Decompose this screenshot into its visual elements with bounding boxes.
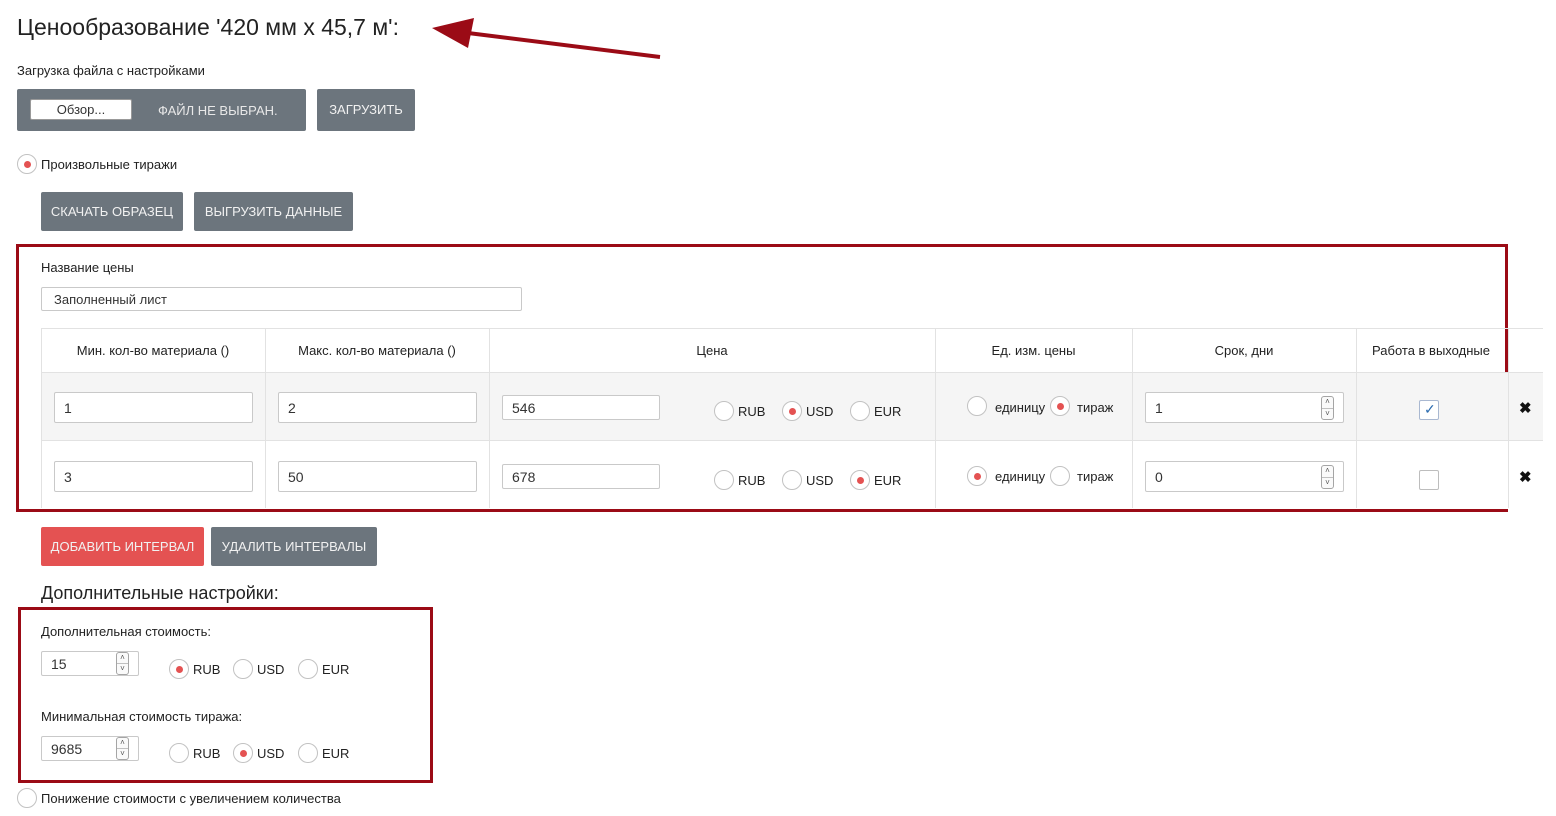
additional-cost-spinner-icon[interactable]: ˄ ˅ [116, 652, 129, 675]
row1-currency-eur-label: EUR [874, 404, 902, 419]
min-run-cost-usd-radio[interactable] [233, 743, 253, 763]
header-weekend-work: Работа в выходные [1372, 343, 1490, 358]
row2-price-input[interactable]: 678 [502, 464, 660, 489]
column-divider [265, 328, 266, 508]
delete-intervals-button[interactable]: УДАЛИТЬ ИНТЕРВАЛЫ [211, 527, 377, 566]
quantity-discount-radio[interactable] [17, 788, 37, 808]
row2-currency-usd-radio[interactable] [782, 470, 802, 490]
row2-currency-eur-label: EUR [874, 473, 902, 488]
upload-label: Загрузка файла с настройками [17, 63, 205, 78]
header-price-unit: Ед. изм. цены [991, 343, 1076, 358]
row1-days-spinner-icon[interactable]: ˄ ˅ [1321, 396, 1334, 420]
row1-currency-usd-label: USD [806, 404, 834, 419]
additional-cost-label: Дополнительная стоимость: [41, 624, 212, 639]
row2-unit-run-radio[interactable] [1050, 466, 1070, 486]
row2-days-spinner-icon[interactable]: ˄ ˅ [1321, 465, 1334, 489]
quantity-discount-label: Понижение стоимости с увеличением количе… [41, 791, 341, 806]
price-name-label: Название цены [41, 260, 134, 275]
file-picker: Обзор... ФАЙЛ НЕ ВЫБРАН. [17, 89, 306, 131]
row1-currency-rub-label: RUB [738, 404, 766, 419]
column-divider [41, 328, 42, 508]
row2-unit-run-label: тираж [1077, 469, 1114, 484]
row2-currency-rub-label: RUB [738, 473, 766, 488]
min-run-cost-eur-label: EUR [322, 746, 350, 761]
row2-weekend-checkbox[interactable] [1419, 470, 1439, 490]
row1-price-input[interactable]: 546 [502, 395, 660, 420]
additional-cost-rub-label: RUB [193, 662, 221, 677]
column-divider [489, 328, 490, 508]
check-icon: ✓ [1424, 401, 1436, 417]
row2-currency-eur-radio[interactable] [850, 470, 870, 490]
arbitrary-runs-label: Произвольные тиражи [41, 157, 178, 172]
row1-weekend-checkbox[interactable]: ✓ [1419, 400, 1439, 420]
min-run-cost-rub-label: RUB [193, 746, 221, 761]
additional-cost-usd-radio[interactable] [233, 659, 253, 679]
row1-max-input[interactable]: 2 [278, 392, 477, 423]
annotation-arrow-icon [432, 18, 661, 59]
row2-min-input[interactable]: 3 [54, 461, 253, 492]
row2-max-input[interactable]: 50 [278, 461, 477, 492]
row2-currency-rub-radio[interactable] [714, 470, 734, 490]
row2-unit-single-label: единицу [995, 469, 1046, 484]
table-header: Мин. кол-во материала () Макс. кол-во ма… [41, 328, 1543, 373]
min-run-cost-eur-radio[interactable] [298, 743, 318, 763]
row1-min-input[interactable]: 1 [54, 392, 253, 423]
file-status: ФАЙЛ НЕ ВЫБРАН. [158, 103, 278, 118]
row1-unit-single-radio[interactable] [967, 396, 987, 416]
row1-currency-usd-radio[interactable] [782, 401, 802, 421]
row1-unit-run-label: тираж [1077, 400, 1114, 415]
additional-cost-rub-radio[interactable] [169, 659, 189, 679]
column-divider [935, 328, 936, 508]
row2-days-input[interactable]: 0 [1145, 461, 1344, 492]
row2-currency-usd-label: USD [806, 473, 834, 488]
additional-cost-eur-radio[interactable] [298, 659, 318, 679]
extra-settings-title: Дополнительные настройки: [41, 583, 279, 603]
header-min-qty: Мин. кол-во материала () [76, 343, 230, 358]
add-interval-button[interactable]: ДОБАВИТЬ ИНТЕРВАЛ [41, 527, 204, 566]
row1-currency-eur-radio[interactable] [850, 401, 870, 421]
column-divider [1356, 328, 1357, 508]
export-data-button[interactable]: ВЫГРУЗИТЬ ДАННЫЕ [194, 192, 353, 231]
min-run-cost-usd-label: USD [257, 746, 285, 761]
column-divider [1508, 328, 1509, 508]
row1-days-input[interactable]: 1 [1145, 392, 1344, 423]
min-run-cost-label: Минимальная стоимость тиража: [41, 709, 243, 724]
row2-unit-single-radio[interactable] [967, 466, 987, 486]
header-max-qty: Макс. кол-во материала () [298, 343, 456, 358]
row1-unit-single-label: единицу [995, 400, 1046, 415]
min-run-cost-rub-radio[interactable] [169, 743, 189, 763]
upload-button[interactable]: ЗАГРУЗИТЬ [317, 89, 415, 131]
column-divider [1132, 328, 1133, 508]
browse-button[interactable]: Обзор... [30, 99, 132, 120]
arbitrary-runs-radio[interactable] [17, 154, 37, 174]
page-title: Ценообразование '420 мм х 45,7 м': [17, 14, 399, 40]
row2-delete-icon[interactable]: ✖ [1519, 468, 1532, 486]
row1-delete-icon[interactable]: ✖ [1519, 399, 1532, 417]
additional-cost-eur-label: EUR [322, 662, 350, 677]
download-sample-button[interactable]: СКАЧАТЬ ОБРАЗЕЦ [41, 192, 183, 231]
additional-cost-usd-label: USD [257, 662, 285, 677]
header-price: Цена [696, 343, 728, 358]
price-name-input[interactable]: Заполненный лист [41, 287, 522, 311]
row1-currency-rub-radio[interactable] [714, 401, 734, 421]
row1-unit-run-radio[interactable] [1050, 396, 1070, 416]
header-term-days: Срок, дни [1214, 343, 1274, 358]
min-run-cost-spinner-icon[interactable]: ˄ ˅ [116, 737, 129, 760]
